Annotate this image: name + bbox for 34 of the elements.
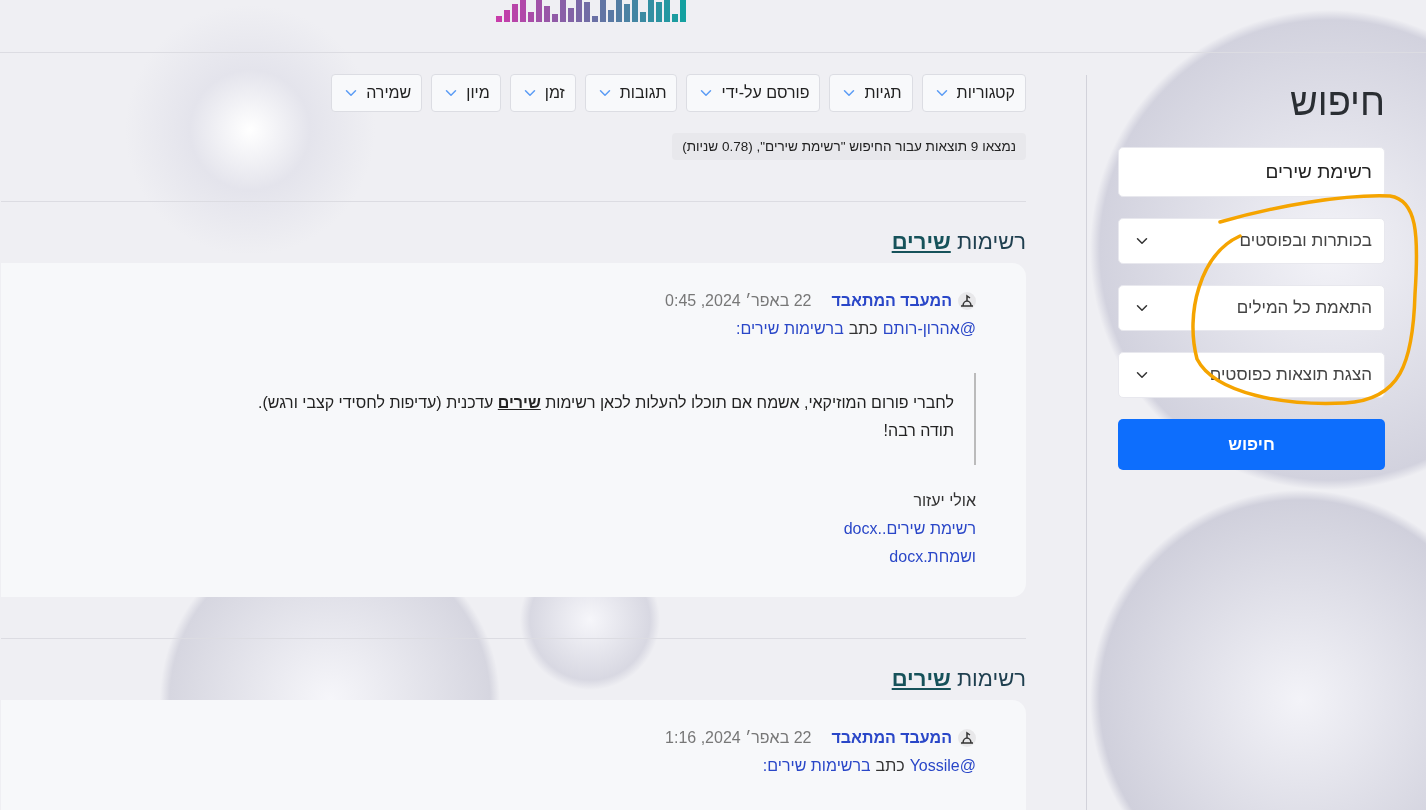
filter-dropdown-button[interactable]: תגיות xyxy=(829,74,913,112)
author-link[interactable]: המעבד המתאבד xyxy=(831,287,952,315)
filter-dropdown-button[interactable]: שמירה xyxy=(331,74,423,112)
dropdown-select[interactable]: בכותרות ובפוסטים xyxy=(1118,218,1385,264)
post-date: 22 באפר׳ 2024, 0:45 xyxy=(665,291,812,311)
attachment-link[interactable]: רשימת שירים..docx xyxy=(843,515,976,543)
topic-link[interactable]: ברשימות שירים: xyxy=(735,315,844,343)
wrote-text: כתב xyxy=(875,756,905,776)
post-text: אולי יעזור xyxy=(913,491,976,511)
search-field[interactable]: רשימת שירים xyxy=(1118,147,1385,197)
filter-dropdown-button[interactable]: תגובות xyxy=(584,74,678,112)
avatar-icon xyxy=(958,729,976,747)
topic-link[interactable]: ברשימות שירים: xyxy=(762,752,871,780)
result-title-link[interactable]: רשימות שירים xyxy=(891,666,1026,692)
search-heading: חיפוש xyxy=(1289,81,1385,124)
dropdown-select[interactable]: התאמת כל המילים xyxy=(1118,285,1385,331)
attachment-link[interactable]: ושמחת.docx xyxy=(889,543,976,571)
search-button[interactable]: חיפוש xyxy=(1118,419,1385,470)
dropdown-select[interactable]: הצגת תוצאות כפוסטים xyxy=(1118,352,1385,398)
post-date: 22 באפר׳ 2024, 1:16 xyxy=(665,728,812,748)
logo-icon xyxy=(496,0,686,22)
mention-link[interactable]: @Yossile xyxy=(909,752,976,780)
wrote-text: כתב xyxy=(848,319,878,339)
avatar-icon xyxy=(958,292,976,310)
quote-text: תודה רבה! xyxy=(882,421,954,441)
filter-dropdown-button[interactable]: זמן xyxy=(509,74,576,112)
results-summary: נמצאו 9 תוצאות עבור החיפוש "רשימת שירים", (0.78 שניות) xyxy=(672,133,1026,160)
filter-dropdown-button[interactable]: פורסם על-ידי xyxy=(686,74,821,112)
filter-dropdown-button[interactable]: מיון xyxy=(431,74,501,112)
mention-link[interactable]: @אהרון-רותם xyxy=(882,315,976,343)
filter-dropdown-button[interactable]: קטגוריות xyxy=(921,74,1026,112)
result-title-link[interactable]: רשימות שירים xyxy=(891,229,1026,255)
author-link[interactable]: המעבד המתאבד xyxy=(831,724,952,752)
quote-text: לחברי פורום המוזיקאי, אשמח אם תוכלו להעלות לכאן רשימות שירים עדכנית (עדיפות לחסידי קצבי ורגש). xyxy=(258,393,954,413)
